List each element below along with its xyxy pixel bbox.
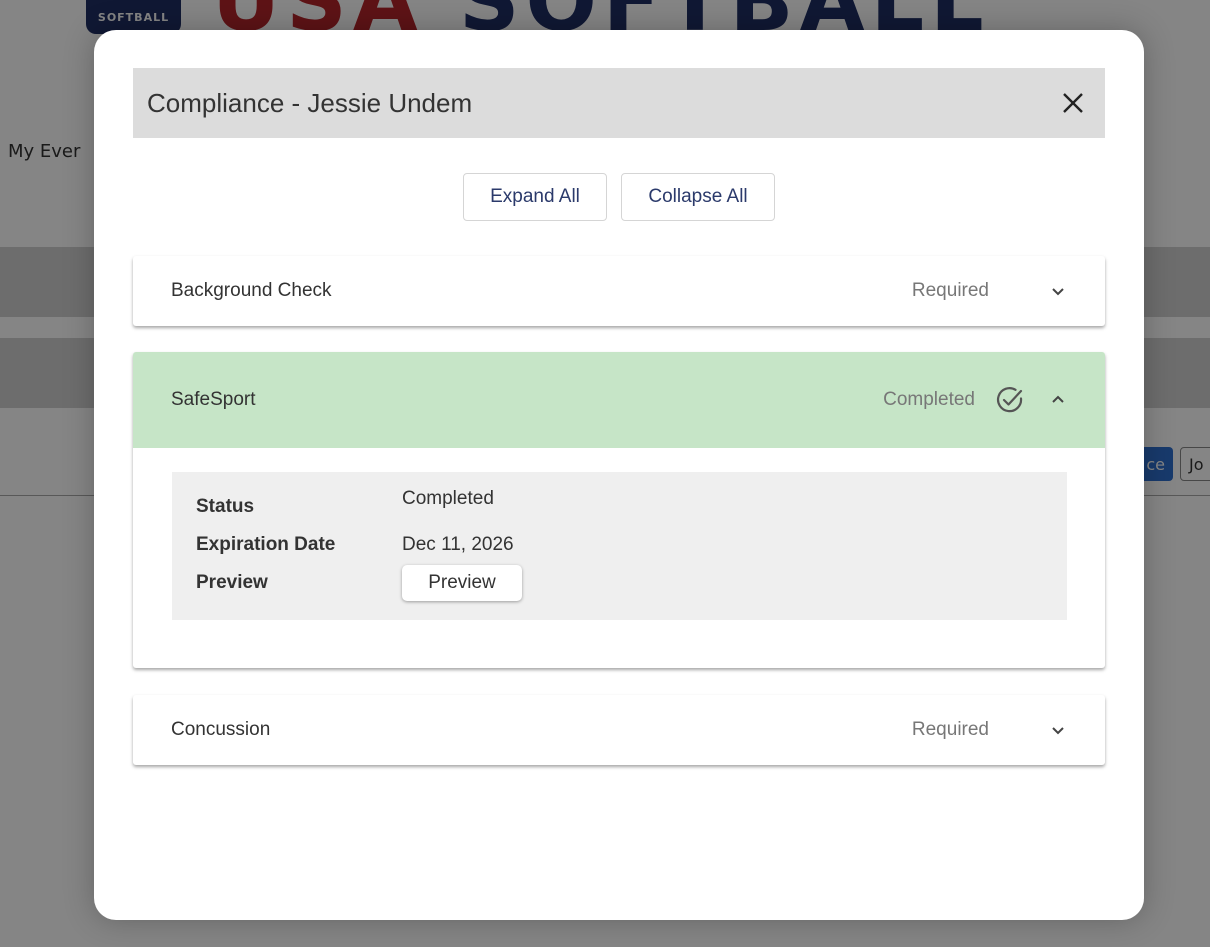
expand-collapse-row: Expand All Collapse All (94, 173, 1144, 221)
status-value: Completed (402, 488, 494, 509)
chevron-up-icon[interactable] (1049, 391, 1067, 409)
status-text: Completed (883, 389, 975, 410)
chevron-down-icon[interactable] (1049, 721, 1067, 739)
expiration-date-label: Expiration Date (196, 534, 336, 555)
item-name: Background Check (171, 280, 332, 301)
chevron-down-icon[interactable] (1049, 282, 1067, 300)
item-name: SafeSport (171, 389, 256, 410)
preview-cell: Preview (402, 564, 1043, 602)
close-button[interactable] (1055, 85, 1091, 121)
compliance-item-safesport: SafeSport Completed Status Completed Exp… (133, 352, 1105, 668)
preview-button[interactable]: Preview (402, 565, 522, 601)
expiration-date-value: Dec 11, 2026 (402, 534, 514, 555)
item-status-area: Completed (883, 385, 1067, 415)
safesport-details: Status Completed Expiration Date Dec 11,… (172, 472, 1067, 620)
accordion-header[interactable]: Background Check Required (133, 256, 1105, 326)
status-text: Required (911, 280, 989, 301)
status-label: Status (196, 496, 255, 517)
modal-title: Compliance - Jessie Undem (147, 87, 473, 118)
status-text: Required (911, 719, 989, 740)
collapse-all-button[interactable]: Collapse All (621, 173, 775, 221)
preview-label: Preview (196, 572, 268, 593)
item-name: Concussion (171, 719, 271, 740)
item-status-area: Required (912, 719, 1067, 741)
compliance-item-background-check: Background Check Required (133, 256, 1105, 326)
accordion-header[interactable]: Concussion Required (133, 695, 1105, 765)
item-status-area: Required (912, 280, 1067, 302)
check-circle-icon (995, 385, 1025, 415)
compliance-item-concussion: Concussion Required (133, 695, 1105, 765)
close-icon (1063, 93, 1083, 113)
modal-header: Compliance - Jessie Undem (133, 68, 1105, 138)
compliance-modal: Compliance - Jessie Undem Expand All Col… (94, 30, 1144, 920)
expand-all-button[interactable]: Expand All (463, 173, 607, 221)
accordion-header[interactable]: SafeSport Completed (133, 352, 1105, 448)
